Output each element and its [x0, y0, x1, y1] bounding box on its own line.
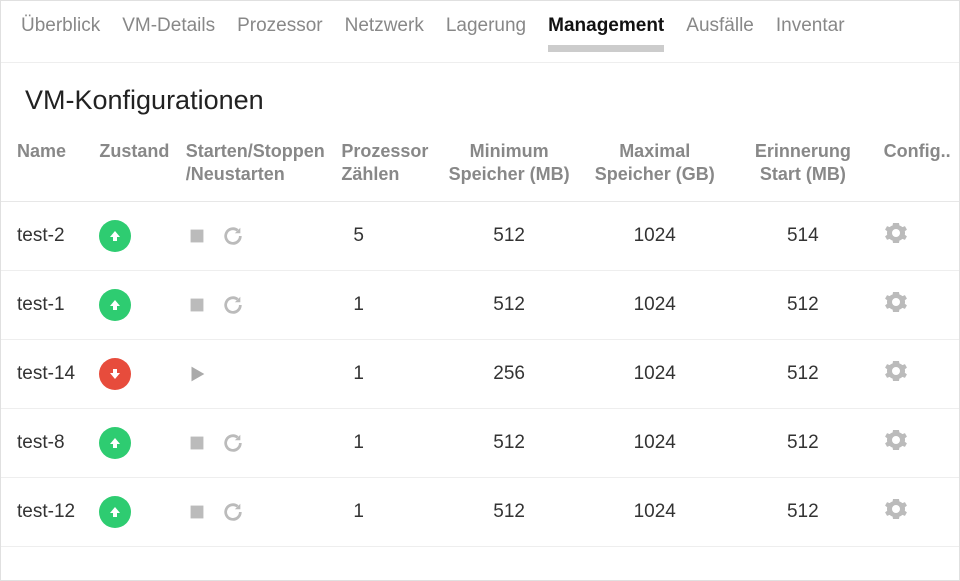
- cpu-count: 1: [333, 271, 438, 340]
- min-memory: 512: [439, 202, 580, 271]
- cpu-count: 5: [333, 202, 438, 271]
- col-cpu: ProzessorZählen: [333, 130, 438, 202]
- min-memory: 256: [439, 340, 580, 409]
- min-memory: 512: [439, 271, 580, 340]
- col-config: Config..: [876, 130, 959, 202]
- arrow-down-icon: [99, 358, 131, 390]
- cpu-count: 1: [333, 340, 438, 409]
- restart-icon[interactable]: [222, 501, 244, 523]
- tab-netzwerk[interactable]: Netzwerk: [345, 15, 424, 52]
- max-memory: 1024: [579, 478, 730, 547]
- vm-name: test-1: [1, 271, 91, 340]
- gear-icon[interactable]: [884, 497, 908, 521]
- config-cell: [876, 409, 959, 478]
- vm-actions: [178, 478, 334, 547]
- gear-icon[interactable]: [884, 221, 908, 245]
- tab-management[interactable]: Management: [548, 15, 664, 52]
- vm-state: [91, 271, 177, 340]
- vm-name: test-12: [1, 478, 91, 547]
- table-row: test-14 12561024512: [1, 340, 959, 409]
- vm-name: test-8: [1, 409, 91, 478]
- tab-vm-details[interactable]: VM-Details: [122, 15, 215, 52]
- col-max: Maximal Speicher (GB): [579, 130, 730, 202]
- tab-ausfälle[interactable]: Ausfälle: [686, 15, 754, 52]
- table-row: test-1215121024512: [1, 478, 959, 547]
- tab-prozessor[interactable]: Prozessor: [237, 15, 323, 52]
- col-start: Erinnerung Start (MB): [730, 130, 876, 202]
- start-memory: 514: [730, 202, 876, 271]
- restart-icon[interactable]: [222, 432, 244, 454]
- vm-actions: [178, 409, 334, 478]
- vm-state: [91, 478, 177, 547]
- vm-actions: [178, 202, 334, 271]
- col-name: Name: [1, 130, 91, 202]
- config-cell: [876, 478, 959, 547]
- restart-icon[interactable]: [222, 294, 244, 316]
- max-memory: 1024: [579, 202, 730, 271]
- min-memory: 512: [439, 478, 580, 547]
- vm-actions: [178, 271, 334, 340]
- vm-name: test-14: [1, 340, 91, 409]
- play-icon[interactable]: [186, 363, 208, 385]
- tab-überblick[interactable]: Überblick: [21, 15, 100, 52]
- arrow-up-icon: [99, 220, 131, 252]
- max-memory: 1024: [579, 340, 730, 409]
- vm-state: [91, 202, 177, 271]
- col-min: Minimum Speicher (MB): [439, 130, 580, 202]
- tab-lagerung[interactable]: Lagerung: [446, 15, 526, 52]
- start-memory: 512: [730, 271, 876, 340]
- page-title: VM-Konfigurationen: [1, 63, 959, 130]
- config-cell: [876, 340, 959, 409]
- start-memory: 512: [730, 478, 876, 547]
- max-memory: 1024: [579, 271, 730, 340]
- stop-icon[interactable]: [186, 432, 208, 454]
- arrow-up-icon: [99, 289, 131, 321]
- arrow-up-icon: [99, 496, 131, 528]
- vm-state: [91, 340, 177, 409]
- config-cell: [876, 202, 959, 271]
- gear-icon[interactable]: [884, 290, 908, 314]
- cpu-count: 1: [333, 409, 438, 478]
- tab-inventar[interactable]: Inventar: [776, 15, 845, 52]
- stop-icon[interactable]: [186, 294, 208, 316]
- col-state: Zustand: [91, 130, 177, 202]
- start-memory: 512: [730, 409, 876, 478]
- col-actions: Starten/Stoppen/Neustarten: [178, 130, 334, 202]
- vm-table: Name Zustand Starten/Stoppen/Neustarten …: [1, 130, 959, 547]
- stop-icon[interactable]: [186, 225, 208, 247]
- vm-state: [91, 409, 177, 478]
- table-row: test-2 55121024514: [1, 202, 959, 271]
- vm-actions: [178, 340, 334, 409]
- vm-name: test-2: [1, 202, 91, 271]
- table-row: test-815121024512: [1, 409, 959, 478]
- tabs: Überblick VM-Details Prozessor Netzwerk Lage…: [1, 1, 959, 63]
- arrow-up-icon: [99, 427, 131, 459]
- gear-icon[interactable]: [884, 359, 908, 383]
- restart-icon[interactable]: [222, 225, 244, 247]
- start-memory: 512: [730, 340, 876, 409]
- max-memory: 1024: [579, 409, 730, 478]
- min-memory: 512: [439, 409, 580, 478]
- config-cell: [876, 271, 959, 340]
- cpu-count: 1: [333, 478, 438, 547]
- gear-icon[interactable]: [884, 428, 908, 452]
- stop-icon[interactable]: [186, 501, 208, 523]
- table-row: test-115121024512: [1, 271, 959, 340]
